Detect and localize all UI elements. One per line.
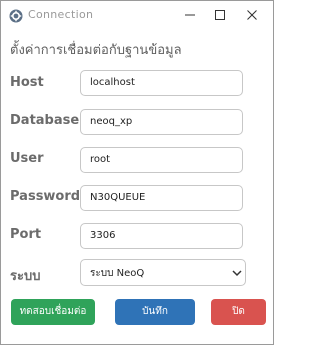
- database-label: Database: [10, 113, 80, 128]
- page-heading: ตั้งค่าการเชื่อมต่อกับฐานข้อมูล: [10, 43, 182, 58]
- connection-window: Connection ตั้งค่าการเชื่อมต่อกับฐานข้อม…: [0, 0, 274, 345]
- host-label: Host: [10, 75, 44, 90]
- maximize-button[interactable]: [205, 1, 235, 29]
- user-label: User: [10, 151, 44, 166]
- port-field[interactable]: 3306: [80, 223, 243, 249]
- window-title: Connection: [28, 8, 94, 21]
- password-field[interactable]: N30QUEUE: [80, 185, 243, 211]
- save-button[interactable]: บันทึก: [115, 299, 195, 325]
- minimize-button[interactable]: [175, 1, 205, 29]
- system-select-value: ระบบ NeoQ: [90, 268, 145, 279]
- gear-icon: [9, 8, 23, 23]
- port-label: Port: [10, 227, 42, 242]
- close-button[interactable]: ปิด: [211, 299, 266, 325]
- close-window-button[interactable]: [237, 1, 267, 29]
- close-icon: [247, 10, 257, 20]
- minimize-icon: [185, 14, 195, 16]
- database-field[interactable]: neoq_xp: [80, 109, 243, 135]
- chevron-down-icon: [232, 270, 242, 277]
- test-connection-button[interactable]: ทดสอบเชื่อมต่อ: [11, 299, 95, 325]
- user-field[interactable]: root: [80, 147, 243, 173]
- system-select[interactable]: ระบบ NeoQ: [80, 259, 246, 286]
- password-label: Password: [10, 189, 81, 204]
- maximize-icon: [215, 10, 225, 20]
- host-field[interactable]: localhost: [80, 70, 243, 96]
- title-bar[interactable]: Connection: [1, 1, 273, 29]
- system-label: ระบบ: [10, 269, 41, 284]
